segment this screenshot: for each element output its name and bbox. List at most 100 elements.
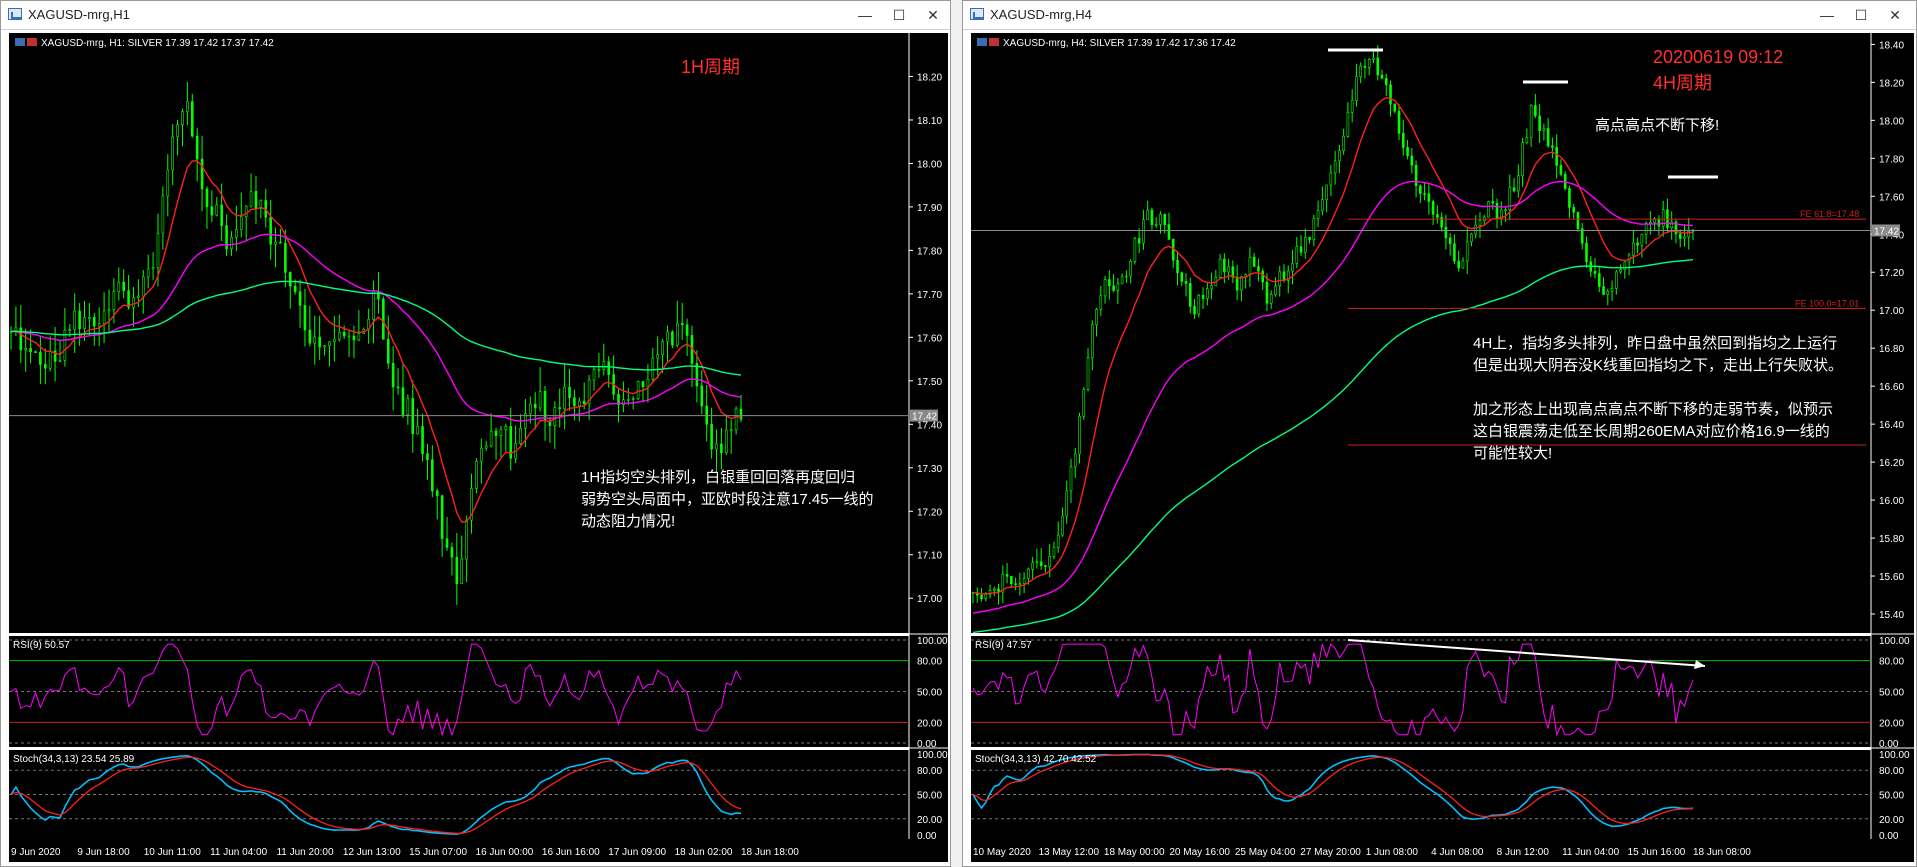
- candle-body: [1384, 78, 1388, 86]
- candle-body: [288, 272, 292, 287]
- candle-body: [1504, 209, 1507, 212]
- chart-area[interactable]: 18.4018.2018.0017.8017.6017.4017.2017.00…: [963, 30, 1917, 866]
- stoch-axis-label: 80.00: [1879, 766, 1904, 777]
- candle-body: [1393, 103, 1397, 112]
- chart-window-h4[interactable]: XAGUSD-mrg,H4 — ☐ ✕ 18.40 18.20 18.00 17.80…: [962, 0, 1917, 867]
- candle-body: [984, 594, 988, 600]
- candle-body: [244, 205, 248, 217]
- candle-body: [1376, 57, 1380, 76]
- stoch-axis-label: 100.00: [1879, 750, 1910, 761]
- candle-body: [1555, 146, 1558, 166]
- time-axis-label: 27 May 20:00: [1300, 847, 1361, 858]
- candle-body: [1163, 213, 1167, 225]
- note-text: 高点高点不断下移!: [1595, 117, 1719, 134]
- flag-icon: [977, 38, 987, 46]
- rsi-axis-label: 50.00: [1879, 688, 1904, 699]
- window-title: XAGUSD-mrg,H4: [990, 7, 1092, 22]
- time-axis-label: 18 Jun 18:00: [741, 847, 799, 858]
- time-axis-label: 18 Jun 08:00: [1693, 847, 1751, 858]
- maximize-button[interactable]: ☐: [1847, 4, 1875, 26]
- candle-body: [1350, 100, 1354, 113]
- candle-body: [631, 398, 635, 400]
- candle-body: [1027, 568, 1030, 579]
- candle-body: [582, 400, 586, 405]
- candle-body: [1427, 193, 1431, 202]
- window-titlebar[interactable]: XAGUSD-mrg,H1 — ☐ ✕: [1, 1, 950, 30]
- rsi-axis-label: 20.00: [917, 718, 942, 729]
- candle-body: [1529, 105, 1533, 139]
- price-axis-label: 17.90: [917, 203, 942, 214]
- candle-body: [416, 426, 419, 435]
- chart-info-line: XAGUSD-mrg, H4: SILVER 17.39 17.42 17.36…: [1003, 38, 1236, 49]
- flag-icon: [27, 38, 37, 46]
- candle-body: [1436, 214, 1439, 218]
- time-axis-label: 16 Jun 00:00: [476, 847, 534, 858]
- annotation-text: 加之形态上出现高点高点不断下移的走弱节奏，似预示: [1473, 401, 1833, 418]
- candle-body: [88, 317, 91, 319]
- rsi-axis-label: 80.00: [917, 657, 942, 668]
- minimize-button[interactable]: —: [851, 4, 879, 26]
- candle-body: [1039, 561, 1043, 566]
- annotation-text: 可能性较大!: [1473, 444, 1552, 462]
- candle-body: [137, 295, 140, 298]
- minimize-button[interactable]: —: [1813, 4, 1841, 26]
- price-axis-label: 17.80: [1879, 154, 1904, 165]
- chart-area[interactable]: 18.20 18.10 18.00 17.90 17.80 17.70 17.60 17.50…: [1, 30, 951, 866]
- flag-icon: [989, 38, 999, 46]
- candle-body: [1142, 219, 1145, 244]
- rsi-axis-label: 50.00: [917, 688, 942, 699]
- candle-body: [146, 268, 150, 278]
- candle-body: [1414, 164, 1418, 187]
- candle-body: [676, 323, 679, 346]
- candle-body: [1448, 237, 1452, 244]
- candle-body: [303, 305, 307, 331]
- candle-body: [411, 398, 415, 435]
- candle-body: [1056, 534, 1060, 548]
- candle-body: [533, 403, 537, 409]
- candle-body: [729, 429, 733, 432]
- candle-body: [1129, 260, 1132, 277]
- fibonacci-label: FE 61.8=17.48: [1800, 209, 1859, 219]
- candle-body: [1206, 288, 1209, 299]
- candle-body: [636, 381, 640, 399]
- chart-window-icon: [970, 8, 984, 20]
- candle-body: [1325, 184, 1328, 201]
- candle-body: [480, 447, 483, 462]
- candle-body: [1295, 246, 1299, 264]
- candle-body: [1108, 279, 1111, 287]
- price-axis-label: 16.80: [1879, 344, 1904, 355]
- stoch-axis-label: 0.00: [1879, 831, 1899, 842]
- price-axis-label: 17.30: [917, 464, 942, 475]
- candle-body: [1632, 242, 1635, 256]
- candle-body: [1367, 59, 1371, 68]
- candle-body: [24, 348, 27, 351]
- candle-body: [568, 386, 571, 398]
- price-axis-label: 16.60: [1879, 382, 1904, 393]
- candle-body: [1278, 271, 1282, 287]
- price-axis-label: 17.20: [917, 507, 942, 518]
- price-axis-label: 17.20: [1879, 268, 1904, 279]
- candle-body: [1657, 218, 1661, 227]
- candle-body: [254, 190, 258, 209]
- candle-body: [1252, 256, 1256, 267]
- maximize-button[interactable]: ☐: [885, 4, 913, 26]
- candle-body: [68, 329, 72, 331]
- time-axis-label: 4 Jun 08:00: [1431, 847, 1484, 858]
- candle-body: [1304, 237, 1307, 253]
- candle-body: [1363, 65, 1367, 68]
- chart-window-h1[interactable]: XAGUSD-mrg,H1 — ☐ ✕ 18.20 18.10 18.00 17.90…: [0, 0, 951, 867]
- window-titlebar[interactable]: XAGUSD-mrg,H4 — ☐ ✕: [963, 1, 1916, 30]
- candle-body: [298, 291, 302, 306]
- candle-body: [1227, 266, 1230, 273]
- candle-body: [1116, 283, 1120, 291]
- candle-body: [641, 381, 645, 388]
- candle-body: [1593, 271, 1597, 274]
- candle-body: [1061, 515, 1064, 536]
- candle-body: [1640, 233, 1644, 246]
- price-axis-label: 17.60: [917, 333, 942, 344]
- candle-body: [190, 101, 194, 137]
- close-button[interactable]: ✕: [1881, 4, 1909, 26]
- close-button[interactable]: ✕: [919, 4, 947, 26]
- candle-body: [1342, 135, 1345, 151]
- time-axis-label: 18 Jun 02:00: [675, 847, 733, 858]
